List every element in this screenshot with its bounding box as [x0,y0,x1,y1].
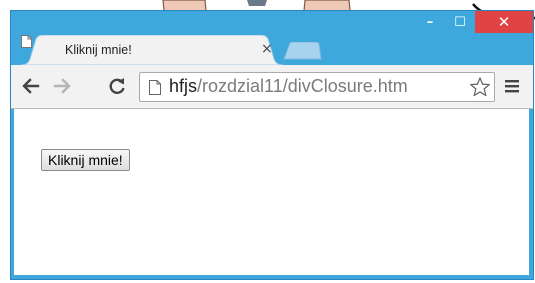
bookmark-button[interactable] [466,73,494,101]
page-content: Kliknij mnie! [14,109,529,275]
url-path: /rozdzial11/divClosure.htm [197,76,408,96]
forward-arrow-icon [53,78,71,94]
close-window-button[interactable]: ✕ [475,11,533,33]
tab-close-icon[interactable]: × [261,41,273,57]
browser-menu-button[interactable] [500,74,524,98]
page-icon [21,35,32,48]
reload-button[interactable] [105,74,129,98]
screenshot-stage: – ☐ ✕ Kliknij mnie! × hfjs/rozdzial11/di… [0,0,535,283]
back-arrow-icon [22,78,40,94]
menu-icon [505,80,519,93]
url-text[interactable]: hfjs/rozdzial11/divClosure.htm [169,76,408,97]
url-host: hfjs [169,76,198,96]
browser-toolbar: hfjs/rozdzial11/divClosure.htm [11,65,533,109]
maximize-button[interactable]: ☐ [445,11,475,33]
kliknij-mnie-button[interactable]: Kliknij mnie! [41,149,130,171]
tab-shape [21,35,283,65]
bookmark-star-icon [470,77,490,97]
page-icon [149,80,161,95]
window-controls: – ☐ ✕ [415,11,533,33]
new-tab-button[interactable] [282,42,322,60]
tab-kliknij-mnie[interactable]: Kliknij mnie! × [21,35,283,65]
minimize-button[interactable]: – [415,11,445,33]
tab-title: Kliknij mnie! [65,43,132,57]
address-bar[interactable]: hfjs/rozdzial11/divClosure.htm [139,72,495,102]
forward-button[interactable] [50,74,74,98]
browser-window: – ☐ ✕ Kliknij mnie! × hfjs/rozdzial11/di… [10,10,534,280]
back-button[interactable] [19,74,43,98]
reload-icon [109,78,125,94]
